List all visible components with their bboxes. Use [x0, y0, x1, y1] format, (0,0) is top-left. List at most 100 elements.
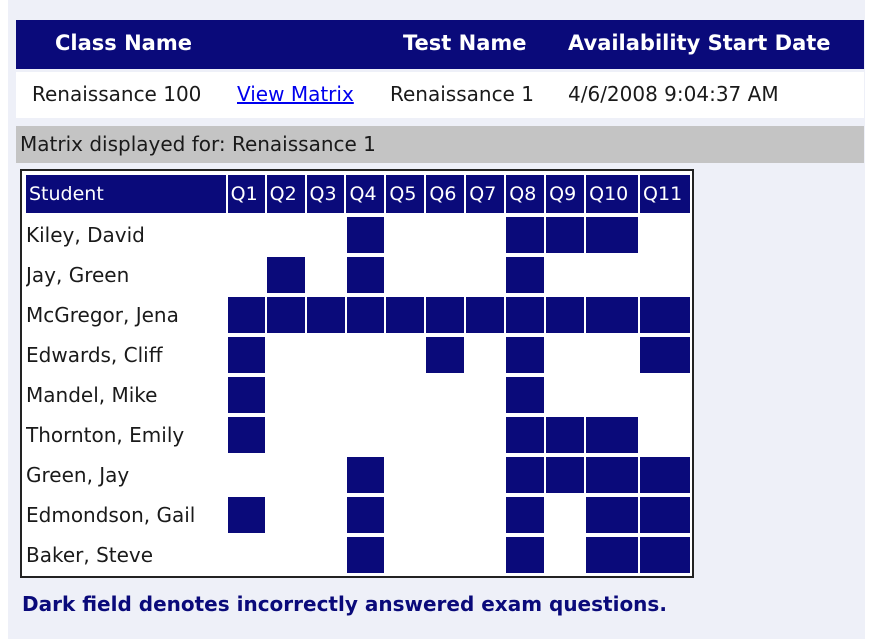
incorrect-answer-cell	[640, 497, 690, 533]
correct-answer-cell	[386, 337, 424, 373]
correct-answer-cell	[307, 257, 345, 293]
question-header-q9: Q9	[546, 175, 585, 213]
student-row: Edwards, Cliff	[26, 336, 692, 374]
correct-answer-cell	[426, 217, 464, 253]
student-column-header: Student	[26, 175, 226, 213]
question-header-q1: Q1	[227, 175, 265, 213]
legend-note: Dark field denotes incorrectly answered …	[22, 592, 667, 616]
incorrect-answer-cell	[586, 217, 639, 253]
correct-answer-cell	[546, 257, 584, 293]
incorrect-answer-cell	[426, 297, 465, 333]
correct-answer-cell	[307, 217, 345, 253]
correct-answer-cell	[267, 537, 305, 573]
student-name: Edwards, Cliff	[26, 343, 163, 367]
student-name: Edmondson, Gail	[26, 503, 196, 527]
incorrect-answer-cell	[546, 457, 585, 493]
correct-answer-cell	[640, 417, 690, 453]
correct-answer-cell	[586, 337, 638, 373]
correct-answer-cell	[466, 257, 504, 293]
incorrect-answer-cell	[266, 297, 305, 333]
incorrect-answer-cell	[506, 257, 545, 293]
question-header-q2: Q2	[266, 175, 305, 213]
incorrect-answer-cell	[466, 297, 505, 333]
correct-answer-cell	[586, 377, 638, 413]
correct-answer-cell	[307, 537, 345, 573]
correct-answer-cell	[386, 457, 424, 493]
correct-answer-cell	[426, 457, 464, 493]
student-row: Kiley, David	[26, 216, 692, 254]
incorrect-answer-cell	[506, 297, 545, 333]
correct-answer-cell	[466, 417, 504, 453]
correct-answer-cell	[267, 377, 305, 413]
test-name-cell: Renaissance 1	[390, 82, 534, 106]
test-name-header: Test Name	[403, 31, 527, 55]
student-name: Green, Jay	[26, 463, 130, 487]
incorrect-answer-cell	[586, 457, 639, 493]
student-row: Green, Jay	[26, 456, 692, 494]
question-header-q6: Q6	[426, 175, 465, 213]
correct-answer-cell	[228, 257, 265, 293]
incorrect-answer-cell	[346, 497, 385, 533]
correct-answer-cell	[466, 377, 504, 413]
incorrect-answer-cell	[346, 457, 385, 493]
student-row: Thornton, Emily	[26, 416, 692, 454]
incorrect-answer-cell	[546, 217, 585, 253]
correct-answer-cell	[386, 377, 424, 413]
incorrect-answer-cell	[506, 537, 545, 573]
class-row: Renaissance 100 View Matrix Renaissance …	[16, 72, 864, 118]
incorrect-answer-cell	[506, 337, 545, 373]
correct-answer-cell	[347, 377, 385, 413]
incorrect-answer-cell	[640, 537, 690, 573]
correct-answer-cell	[466, 537, 504, 573]
correct-answer-cell	[307, 497, 345, 533]
student-name: Jay, Green	[26, 263, 130, 287]
incorrect-answer-cell	[346, 217, 385, 253]
incorrect-answer-cell	[506, 457, 545, 493]
student-name: Baker, Steve	[26, 543, 154, 567]
correct-answer-cell	[307, 337, 345, 373]
incorrect-answer-cell	[426, 337, 465, 373]
matrix-header-row: Student Q1 Q2 Q3 Q4 Q5 Q6 Q7 Q8 Q9 Q10 Q11	[26, 175, 692, 213]
correct-answer-cell	[466, 217, 504, 253]
correct-answer-cell	[546, 537, 584, 573]
correct-answer-cell	[307, 457, 345, 493]
incorrect-answer-cell	[640, 297, 690, 333]
results-matrix: Student Q1 Q2 Q3 Q4 Q5 Q6 Q7 Q8 Q9 Q10 Q11 Kiley, D…	[20, 169, 694, 578]
correct-answer-cell	[426, 417, 464, 453]
incorrect-answer-cell	[306, 297, 345, 333]
correct-answer-cell	[347, 337, 385, 373]
student-row: Jay, Green	[26, 256, 692, 294]
student-row: Edmondson, Gail	[26, 496, 692, 534]
class-name-header: Class Name	[55, 31, 192, 55]
question-header-q5: Q5	[386, 175, 425, 213]
correct-answer-cell	[267, 497, 305, 533]
incorrect-answer-cell	[586, 297, 639, 333]
incorrect-answer-cell	[227, 297, 265, 333]
student-name: Kiley, David	[26, 223, 145, 247]
availability-cell: 4/6/2008 9:04:37 AM	[568, 82, 779, 106]
correct-answer-cell	[267, 417, 305, 453]
incorrect-answer-cell	[586, 537, 639, 573]
incorrect-answer-cell	[227, 497, 265, 533]
incorrect-answer-cell	[346, 537, 385, 573]
incorrect-answer-cell	[640, 337, 690, 373]
view-matrix-link[interactable]: View Matrix	[237, 82, 354, 106]
correct-answer-cell	[466, 337, 504, 373]
question-header-q7: Q7	[466, 175, 505, 213]
incorrect-answer-cell	[506, 377, 545, 413]
correct-answer-cell	[347, 417, 385, 453]
matrix-caption: Matrix displayed for: Renaissance 1	[20, 132, 376, 156]
correct-answer-cell	[426, 497, 464, 533]
correct-answer-cell	[267, 217, 305, 253]
incorrect-answer-cell	[227, 417, 265, 453]
question-header-q10: Q10	[586, 175, 639, 213]
correct-answer-cell	[267, 337, 305, 373]
class-name-cell: Renaissance 100	[32, 82, 202, 106]
correct-answer-cell	[228, 217, 265, 253]
correct-answer-cell	[426, 377, 464, 413]
correct-answer-cell	[466, 457, 504, 493]
correct-answer-cell	[386, 217, 424, 253]
correct-answer-cell	[546, 337, 584, 373]
incorrect-answer-cell	[506, 417, 545, 453]
incorrect-answer-cell	[586, 417, 639, 453]
